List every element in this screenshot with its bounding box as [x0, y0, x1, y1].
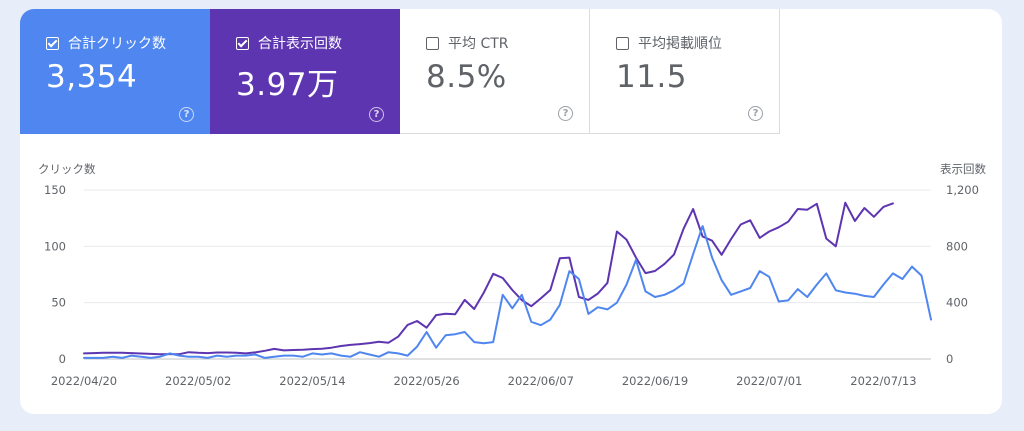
- left-tick-label: 0: [59, 352, 66, 366]
- x-tick-label: 2022/04/20: [51, 374, 117, 388]
- left-tick-label: 100: [44, 239, 66, 253]
- x-tick-label: 2022/06/07: [508, 374, 574, 388]
- left-axis-title: クリック数: [38, 162, 96, 176]
- series-lines: [83, 201, 932, 359]
- x-tick-label: 2022/05/26: [393, 374, 459, 388]
- left-axis-ticks: 0 50 100 150: [44, 183, 66, 366]
- x-tick-label: 2022/07/01: [736, 374, 802, 388]
- x-tick-label: 2022/06/19: [622, 374, 688, 388]
- x-tick-label: 2022/05/02: [165, 374, 231, 388]
- x-axis-ticks: 2022/04/20 2022/05/02 2022/05/14 2022/05/26…: [51, 374, 917, 388]
- left-tick-label: 50: [51, 296, 66, 310]
- performance-line-chart: クリック数 表示回数 0 50 100 150 0 400 800 1,200 2022/0…: [38, 162, 986, 388]
- right-axis-ticks: 0 400 800 1,200: [946, 183, 979, 366]
- impressions-series-line: [83, 201, 894, 356]
- right-axis-title: 表示回数: [940, 162, 986, 176]
- x-tick-label: 2022/05/14: [279, 374, 345, 388]
- performance-card: 合計クリック数 3,354 ? 合計表示回数 3.97万 ? 平均 CTR 8.…: [20, 9, 1002, 414]
- right-tick-label: 1,200: [946, 183, 979, 197]
- right-tick-label: 0: [946, 352, 953, 366]
- right-tick-label: 400: [946, 296, 968, 310]
- right-tick-label: 800: [946, 239, 968, 253]
- left-tick-label: 150: [44, 183, 66, 197]
- x-tick-label: 2022/07/13: [850, 374, 916, 388]
- grid-lines: [84, 189, 931, 360]
